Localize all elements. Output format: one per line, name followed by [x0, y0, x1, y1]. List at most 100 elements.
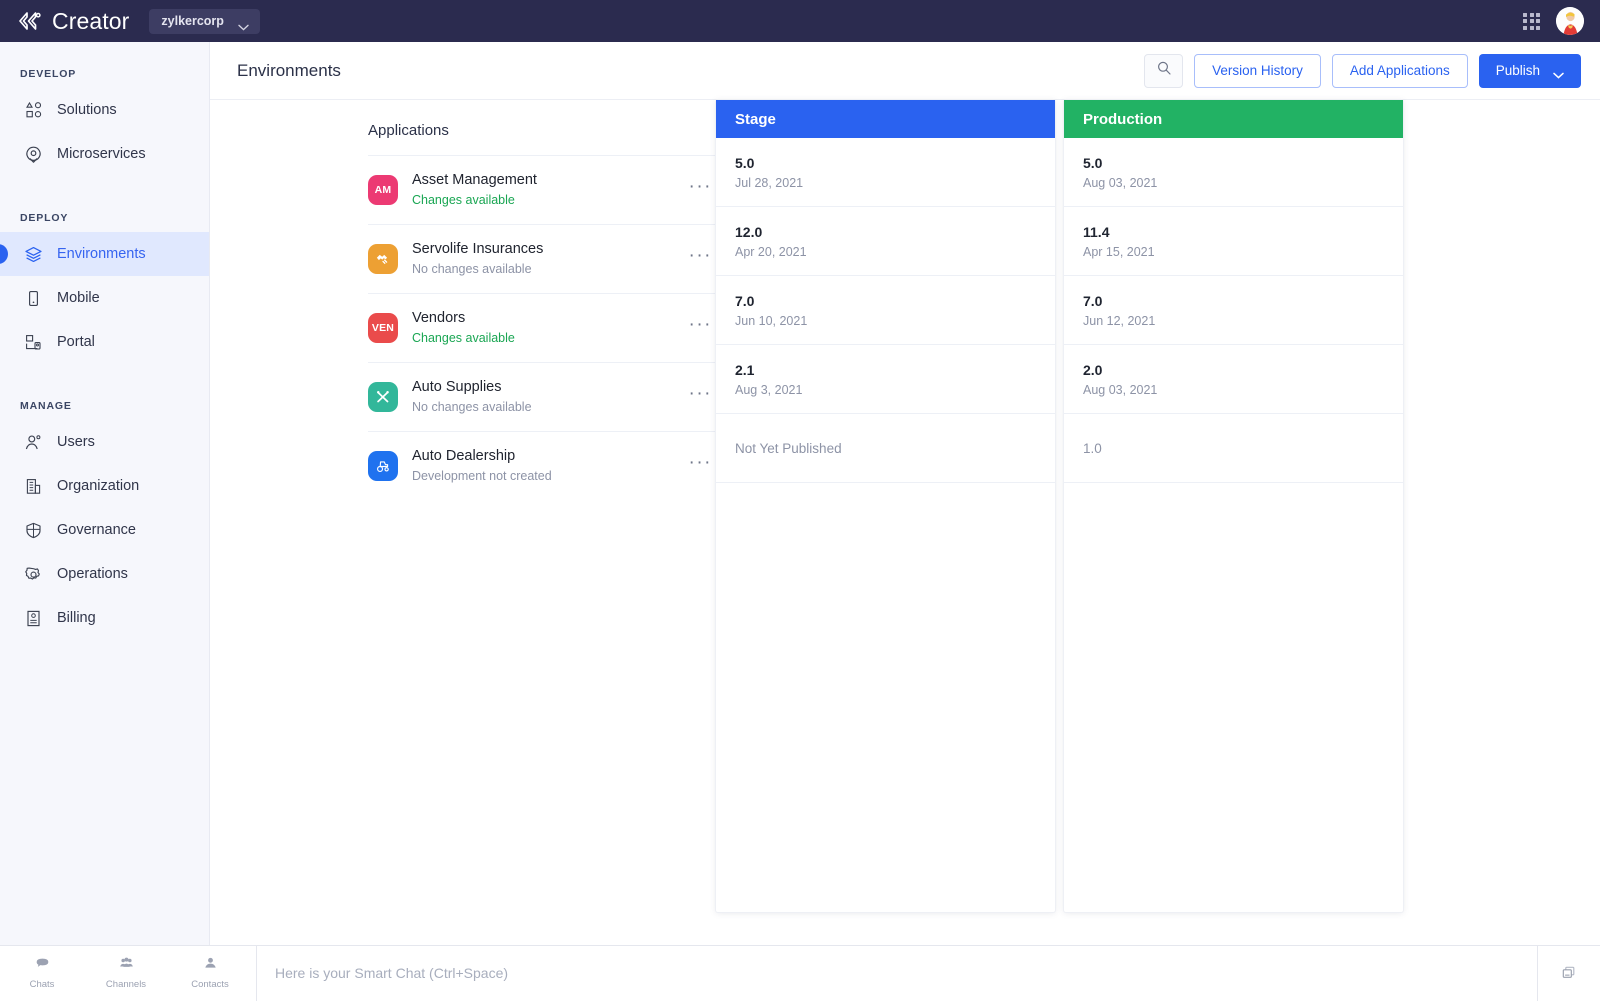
version-date: Jun 12, 2021 [1083, 312, 1403, 330]
app-status: Changes available [412, 191, 675, 209]
sidebar-item-operations[interactable]: Operations [0, 552, 209, 596]
production-cell[interactable]: 1.0 [1064, 414, 1403, 483]
org-switcher[interactable]: zylkercorp [149, 9, 260, 34]
version-value: 2.0 [1083, 360, 1403, 380]
users-icon [24, 433, 43, 452]
sidebar-list-manage: Users Organization Governance [0, 420, 209, 640]
sidebar-item-users[interactable]: Users [0, 420, 209, 464]
app-initials-badge: AM [368, 175, 398, 205]
bottom-chat-bar: Chats Channels Contacts [0, 945, 1600, 1000]
more-options-icon[interactable]: ··· [689, 458, 712, 474]
stage-column-filler [716, 483, 1055, 912]
applications-column-title: Applications [368, 100, 716, 155]
creator-logo-icon [16, 8, 42, 34]
handshake-icon [368, 244, 398, 274]
search-icon [1156, 60, 1172, 81]
tools-cross-icon [368, 382, 398, 412]
sidebar-section-deploy: DEPLOY [0, 212, 209, 224]
chat-tab-contacts[interactable]: Contacts [168, 946, 252, 1001]
search-button[interactable] [1144, 54, 1183, 88]
tractor-icon [368, 451, 398, 481]
version-date: Apr 20, 2021 [735, 243, 1055, 261]
sidebar-item-governance[interactable]: Governance [0, 508, 209, 552]
app-text: Vendors Changes available [412, 309, 675, 347]
page-title: Environments [237, 61, 341, 81]
stage-cell[interactable]: 2.1 Aug 3, 2021 [716, 345, 1055, 414]
sidebar-section-develop: DEVELOP [0, 68, 209, 80]
version-value: 5.0 [1083, 153, 1403, 173]
window-restore-icon[interactable] [1538, 946, 1600, 1001]
brand-group[interactable]: Creator [16, 8, 129, 35]
version-date: Jul 28, 2021 [735, 174, 1055, 192]
sidebar-list-deploy: Environments Mobile Portal [0, 232, 209, 364]
chat-tab-label: Chats [30, 979, 55, 990]
grid-apps-icon[interactable] [1523, 13, 1540, 30]
add-applications-button[interactable]: Add Applications [1332, 54, 1468, 88]
sidebar-item-solutions[interactable]: Solutions [0, 88, 209, 132]
sidebar-item-organization[interactable]: Organization [0, 464, 209, 508]
sidebar-item-label: Portal [57, 334, 95, 350]
production-cell[interactable]: 11.4 Apr 15, 2021 [1064, 207, 1403, 276]
table-row[interactable]: Servolife Insurances No changes availabl… [368, 224, 716, 293]
org-name: zylkercorp [161, 14, 224, 28]
more-options-icon[interactable]: ··· [689, 182, 712, 198]
page-header: Environments Version History Add Applica… [210, 42, 1600, 100]
chat-tab-chats[interactable]: Chats [0, 946, 84, 1001]
app-text: Auto Dealership Development not created [412, 447, 675, 485]
sidebar-item-mobile[interactable]: Mobile [0, 276, 209, 320]
app-name: Auto Dealership [412, 447, 675, 466]
chat-tab-label: Channels [106, 979, 146, 990]
stage-column: Stage 5.0 Jul 28, 2021 12.0 Apr 20, 2021… [716, 100, 1055, 912]
sidebar-item-portal[interactable]: Portal [0, 320, 209, 364]
table-row[interactable]: AM Asset Management Changes available ··… [368, 155, 716, 224]
stage-cell[interactable]: 12.0 Apr 20, 2021 [716, 207, 1055, 276]
sidebar-section-manage: MANAGE [0, 400, 209, 412]
smart-chat-input[interactable] [257, 946, 1537, 1001]
chat-bubble-icon [35, 956, 50, 976]
sidebar: DEVELOP Solutions Microservic [0, 42, 210, 945]
sidebar-item-billing[interactable]: Billing [0, 596, 209, 640]
production-cell[interactable]: 7.0 Jun 12, 2021 [1064, 276, 1403, 345]
production-cell[interactable]: 5.0 Aug 03, 2021 [1064, 138, 1403, 207]
version-history-button[interactable]: Version History [1194, 54, 1321, 88]
not-published-label: Not Yet Published [735, 441, 1055, 456]
version-date: Aug 03, 2021 [1083, 381, 1403, 399]
environments-layers-icon [24, 245, 43, 264]
table-row[interactable]: Auto Dealership Development not created … [368, 431, 716, 500]
table-row[interactable]: Auto Supplies No changes available ··· [368, 362, 716, 431]
chevron-down-icon [1553, 67, 1564, 74]
environments-board: Applications AM Asset Management Changes… [210, 100, 1600, 945]
more-options-icon[interactable]: ··· [689, 389, 712, 405]
sidebar-item-environments[interactable]: Environments [0, 232, 209, 276]
user-avatar[interactable] [1556, 7, 1584, 35]
more-options-icon[interactable]: ··· [689, 320, 712, 336]
app-status: No changes available [412, 398, 675, 416]
table-row[interactable]: VEN Vendors Changes available ··· [368, 293, 716, 362]
production-column-filler [1064, 483, 1403, 912]
sidebar-item-label: Billing [57, 610, 96, 626]
chevron-down-icon [238, 18, 249, 25]
app-status: Changes available [412, 329, 675, 347]
more-options-icon[interactable]: ··· [689, 251, 712, 267]
version-value: 5.0 [735, 153, 1055, 173]
contact-person-icon [203, 956, 218, 976]
stage-cell[interactable]: 5.0 Jul 28, 2021 [716, 138, 1055, 207]
app-name: Asset Management [412, 171, 675, 190]
portal-icon [24, 333, 43, 352]
app-text: Asset Management Changes available [412, 171, 675, 209]
app-initials-badge: VEN [368, 313, 398, 343]
sidebar-item-label: Environments [57, 246, 146, 262]
chat-tab-channels[interactable]: Channels [84, 946, 168, 1001]
topbar-right-actions [1523, 7, 1584, 35]
sidebar-item-microservices[interactable]: Microservices [0, 132, 209, 176]
chat-tab-label: Contacts [191, 979, 229, 990]
sidebar-list-develop: Solutions Microservices [0, 88, 209, 176]
billing-invoice-icon [24, 609, 43, 628]
microservices-icon [24, 145, 43, 164]
active-indicator [0, 244, 8, 264]
production-cell[interactable]: 2.0 Aug 03, 2021 [1064, 345, 1403, 414]
publish-button[interactable]: Publish [1479, 54, 1581, 88]
stage-cell[interactable]: 7.0 Jun 10, 2021 [716, 276, 1055, 345]
sidebar-item-label: Users [57, 434, 95, 450]
stage-cell[interactable]: Not Yet Published [716, 414, 1055, 483]
